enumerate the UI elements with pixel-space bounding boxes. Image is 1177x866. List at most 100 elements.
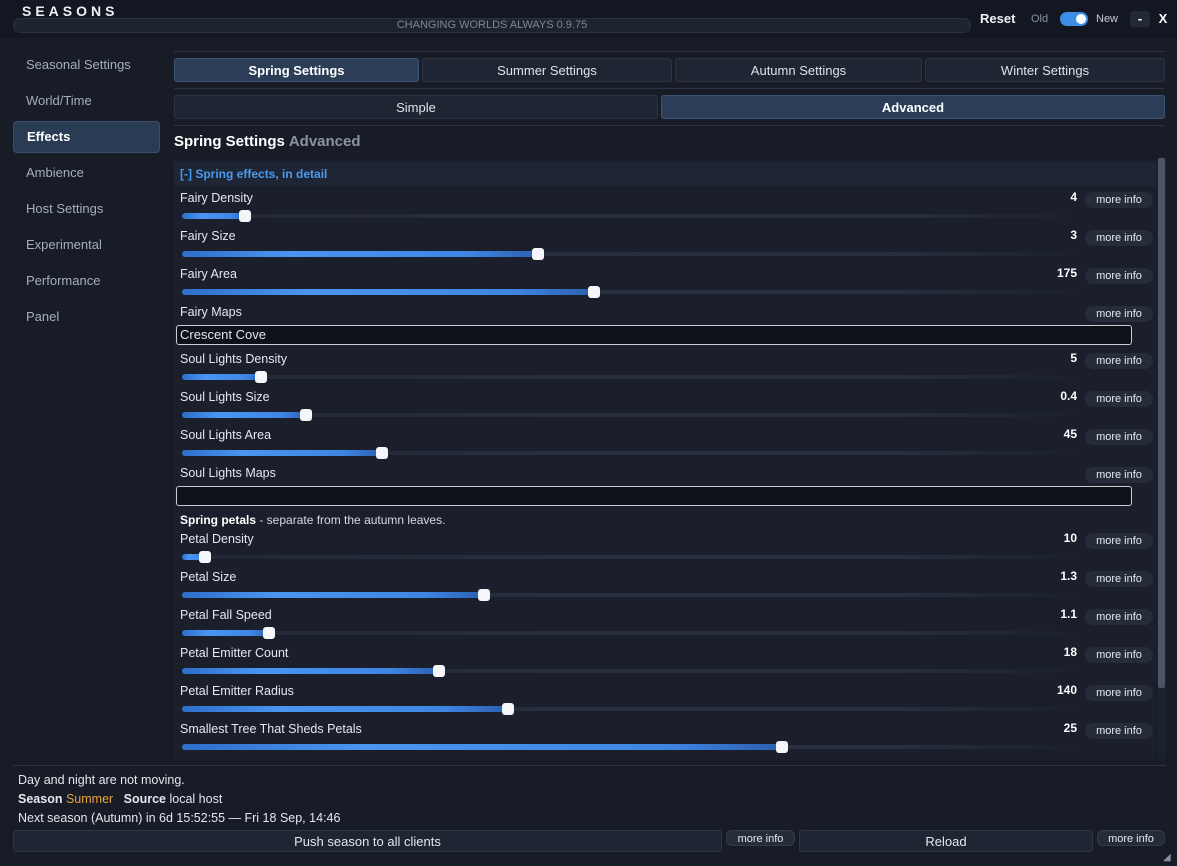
petal-fall-speed-more-info-button[interactable]: more info [1085,609,1153,625]
soul-lights-size-more-info-button[interactable]: more info [1085,391,1153,407]
source-label: Source [123,792,166,806]
fairy-size-label: Fairy Size [180,229,236,243]
collapse-toggle[interactable]: [-] [180,167,192,181]
season-status: Season Summer Source local host [18,792,222,806]
close-button[interactable]: X [1154,11,1172,27]
slider-fill [182,668,439,674]
petal-emitter-count-more-info-button[interactable]: more info [1085,647,1153,663]
petal-size-more-info-button[interactable]: more info [1085,571,1153,587]
soul-lights-area-label: Soul Lights Area [180,428,272,442]
petal-emitter-count-slider[interactable] [182,665,1082,677]
time-status: Day and night are not moving. [18,773,185,787]
sidebar-item-panel[interactable]: Panel [13,302,160,332]
push-season-button[interactable]: Push season to all clients [13,830,722,852]
petal-emitter-radius-more-info-button[interactable]: more info [1085,685,1153,701]
soul-lights-size-value: 0.4 [1060,389,1077,403]
petal-density-value: 10 [1063,531,1077,545]
soul-lights-area-slider[interactable] [182,447,1082,459]
sidebar-item-experimental[interactable]: Experimental [13,230,160,260]
petal-emitter-count-label: Petal Emitter Count [180,646,289,660]
divider [13,765,1166,766]
soul-lights-size-slider[interactable] [182,409,1082,421]
settings-panel: [-] Spring effects, in detail Fairy Dens… [174,160,1156,760]
tab-spring-settings[interactable]: Spring Settings [174,58,419,82]
fairy-area-slider[interactable] [182,286,1082,298]
fairy-area-more-info-button[interactable]: more info [1085,268,1153,284]
soul-lights-density-more-info-button[interactable]: more info [1085,353,1153,369]
sidebar-item-host-settings[interactable]: Host Settings [13,194,160,224]
fairy-size-more-info-button[interactable]: more info [1085,230,1153,246]
slider-thumb[interactable] [588,286,601,298]
fairy-maps-input[interactable]: Crescent Cove [176,325,1132,345]
fairy-area-label: Fairy Area [180,267,237,281]
slider-thumb[interactable] [255,371,268,383]
slider-thumb[interactable] [477,589,490,601]
fairy-density-value: 4 [1070,190,1077,204]
petal-density-slider[interactable] [182,551,1082,563]
smallest-tree-that-sheds-petals-slider[interactable] [182,741,1082,753]
petal-emitter-radius-value: 140 [1056,683,1077,697]
slider-thumb[interactable] [531,248,544,260]
soul-lights-density-slider[interactable] [182,371,1082,383]
app-title: SEASONS [22,3,119,19]
source-value: local host [169,792,223,806]
section-title-text: Spring Settings [174,133,285,150]
slider-thumb[interactable] [300,409,313,421]
slider-thumb[interactable] [375,447,388,459]
slider-fill [182,450,382,456]
smallest-tree-that-sheds-petals-more-info-button[interactable]: more info [1085,723,1153,739]
petal-emitter-radius-slider[interactable] [182,703,1082,715]
slider-thumb[interactable] [198,551,211,563]
soul-lights-maps-more-info-button[interactable]: more info [1085,467,1153,483]
slider-track [182,555,1082,559]
sidebar-item-ambience[interactable]: Ambience [13,158,160,188]
fairy-maps-label: Fairy Maps [180,305,242,319]
fairy-density-more-info-button[interactable]: more info [1085,192,1153,208]
petal-size-value: 1.3 [1060,569,1077,583]
slider-fill [182,374,262,380]
slider-thumb[interactable] [263,627,276,639]
slider-fill [182,630,270,636]
toggle-knob [1076,14,1086,24]
sidebar-item-world-time[interactable]: World/Time [13,86,160,116]
new-label: New [1096,13,1119,25]
version-bar: CHANGING WORLDS ALWAYS 0.9.75 [13,18,971,33]
sidebar-item-effects[interactable]: Effects [13,121,160,153]
group-header[interactable]: [-] Spring effects, in detail [174,162,1156,186]
petal-density-more-info-button[interactable]: more info [1085,533,1153,549]
tab-summer-settings[interactable]: Summer Settings [422,58,672,82]
resize-grip-icon[interactable]: ◢ [1163,852,1175,864]
reload-more-info-button[interactable]: more info [1097,830,1165,846]
reload-button[interactable]: Reload [799,830,1093,852]
slider-track [182,214,1082,218]
tab-autumn-settings[interactable]: Autumn Settings [675,58,922,82]
petals-note-text: - separate from the autumn leaves. [256,513,446,527]
tab-advanced[interactable]: Advanced [661,95,1165,119]
sidebar-item-performance[interactable]: Performance [13,266,160,296]
push-more-info-button[interactable]: more info [726,830,795,846]
tab-winter-settings[interactable]: Winter Settings [925,58,1165,82]
season-label: Season [18,792,63,806]
petal-fall-speed-slider[interactable] [182,627,1082,639]
soul-lights-maps-input[interactable] [176,486,1132,506]
petal-size-label: Petal Size [180,570,237,584]
slider-thumb[interactable] [776,741,789,753]
slider-thumb[interactable] [501,703,514,715]
fairy-maps-more-info-button[interactable]: more info [1085,306,1153,322]
scrollbar-thumb[interactable] [1158,158,1165,688]
fairy-size-slider[interactable] [182,248,1082,260]
petal-emitter-radius-label: Petal Emitter Radius [180,684,294,698]
minimize-button[interactable]: - [1130,11,1150,27]
divider [174,125,1164,126]
tab-simple[interactable]: Simple [174,95,658,119]
sidebar-item-seasonal-settings[interactable]: Seasonal Settings [13,50,160,80]
fairy-density-slider[interactable] [182,210,1082,222]
slider-thumb[interactable] [239,210,251,222]
old-new-toggle[interactable] [1060,12,1088,26]
reset-button[interactable]: Reset [980,11,1015,26]
slider-thumb[interactable] [432,665,445,677]
smallest-tree-that-sheds-petals-label: Smallest Tree That Sheds Petals [180,722,362,736]
petal-size-slider[interactable] [182,589,1082,601]
soul-lights-area-more-info-button[interactable]: more info [1085,429,1153,445]
soul-lights-density-value: 5 [1070,351,1077,365]
